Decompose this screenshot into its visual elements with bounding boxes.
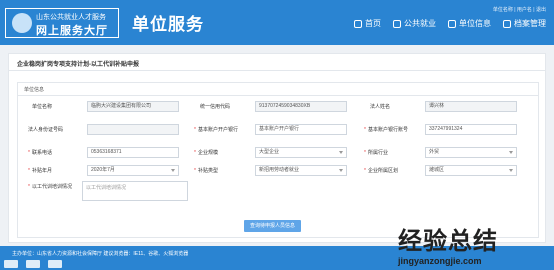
legal-name-label: 法人姓名 xyxy=(370,104,391,110)
employment-icon xyxy=(393,19,401,28)
chevron-down-icon xyxy=(339,151,343,154)
badge-icon xyxy=(4,260,18,268)
company-name-field[interactable]: 临朐大兴建设集团有限公司 xyxy=(87,101,179,112)
nav-item-label: 单位信息 xyxy=(459,19,491,28)
company-icon xyxy=(448,19,456,28)
badge-icon xyxy=(26,260,40,268)
company-size-value: 大型企业 xyxy=(259,149,280,155)
divider xyxy=(9,70,545,71)
watermark-url: jingyanzongjie.com xyxy=(398,256,482,266)
logo-title: 网上服务大厅 xyxy=(36,25,108,37)
top-links[interactable]: 单位名称 | 用户名 | 退出 xyxy=(493,6,546,13)
logo-subtitle: 山东公共就业人才服务 xyxy=(36,14,106,21)
legal-id-label: 法人身份证号码 xyxy=(28,127,64,133)
subsidy-type-select[interactable]: 新招用劳动者就业 xyxy=(255,165,347,176)
nav-item-label: 档案管理 xyxy=(514,19,546,28)
training-label: * 以工代训培训情况 xyxy=(28,184,72,190)
industry-select[interactable]: 外贸 xyxy=(425,147,517,158)
nav-item-home[interactable]: 首页 xyxy=(354,18,381,29)
badge-icon xyxy=(48,260,62,268)
region-value: 潍城区 xyxy=(429,167,445,173)
chevron-down-icon xyxy=(509,169,513,172)
industry-label: * 所属行业 xyxy=(364,150,388,156)
subsidy-year-select[interactable]: 2020年7月 xyxy=(87,165,179,176)
page-title: 企业稳岗扩岗专项支持计划-以工代训补贴申报 xyxy=(17,62,139,68)
company-name-label: 单位名称 xyxy=(32,104,53,110)
section-title: 单位信息 xyxy=(24,87,45,93)
home-icon xyxy=(354,19,362,28)
nav-item-label: 首页 xyxy=(365,19,381,28)
chevron-down-icon xyxy=(339,169,343,172)
subsidy-year-value: 2020年7月 xyxy=(91,167,115,173)
chevron-down-icon xyxy=(509,151,513,154)
footer-text: 主办单位：山东省人力资源和社会保障厅 建议浏览器：IE11、谷歌、火狐浏览器 xyxy=(12,251,189,257)
company-size-select[interactable]: 大型企业 xyxy=(255,147,347,158)
nav-item-label: 公共就业 xyxy=(404,19,436,28)
header: 山东公共就业人才服务 网上服务大厅 单位服务 单位名称 | 用户名 | 退出 首… xyxy=(0,0,554,45)
logo-emblem-icon xyxy=(12,13,32,33)
bank-open-field[interactable]: 基本账户开户银行 xyxy=(255,124,347,135)
legal-id-field[interactable] xyxy=(87,124,179,135)
subsidy-type-value: 新招用劳动者就业 xyxy=(259,167,300,173)
main-nav: 首页 公共就业 单位信息 档案管理 xyxy=(354,18,546,29)
archive-icon xyxy=(503,19,511,28)
credit-code-label: 统一信用代码 xyxy=(200,104,231,110)
watermark: 经验总结 jingyanzongjie.com xyxy=(398,221,498,266)
industry-value: 外贸 xyxy=(429,149,440,155)
subsidy-year-label: * 补贴年月 xyxy=(28,168,52,174)
brand-title: 单位服务 xyxy=(132,15,204,34)
region-select[interactable]: 潍城区 xyxy=(425,165,517,176)
nav-item-employment[interactable]: 公共就业 xyxy=(393,18,436,29)
query-staff-button[interactable]: 查询待申报人员信息 xyxy=(244,220,301,232)
subsidy-type-label: * 补贴类型 xyxy=(194,168,218,174)
phone-field[interactable]: 05363168371 xyxy=(87,147,179,158)
company-size-label: * 企业规模 xyxy=(194,150,218,156)
nav-item-archive[interactable]: 档案管理 xyxy=(503,18,546,29)
divider xyxy=(18,95,538,96)
watermark-title: 经验总结 xyxy=(398,227,498,255)
legal-name-field[interactable]: 谭兴林 xyxy=(425,101,517,112)
credit-code-field[interactable]: 91370724590348​30XB xyxy=(255,101,347,112)
region-label: * 企业所属区划 xyxy=(364,168,398,174)
phone-label: * 联系电话 xyxy=(28,150,52,156)
training-textarea[interactable]: 以工代训培训情况 xyxy=(82,181,188,201)
chevron-down-icon xyxy=(171,169,175,172)
nav-item-company-info[interactable]: 单位信息 xyxy=(448,18,491,29)
bank-open-label: * 基本账户开户银行 xyxy=(194,127,238,133)
bank-account-field[interactable]: 337247991324 xyxy=(425,124,517,135)
footer-badges xyxy=(4,260,62,268)
bank-account-label: * 基本账户银行账号 xyxy=(364,127,408,133)
logo[interactable]: 山东公共就业人才服务 网上服务大厅 xyxy=(5,8,119,38)
